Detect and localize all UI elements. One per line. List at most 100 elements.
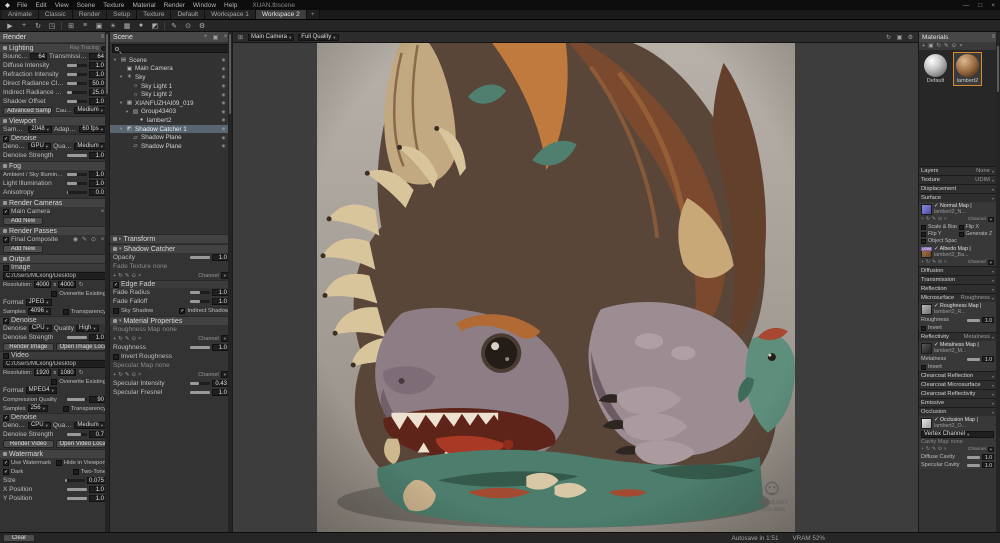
material-swatch-lambert2[interactable]: lambert2 xyxy=(954,53,981,85)
slider-value[interactable]: 1.0 xyxy=(89,98,106,105)
reflectivity-mode[interactable]: Metalness xyxy=(964,334,990,340)
texture-clear-icon[interactable]: × xyxy=(944,447,947,452)
texture-add-icon[interactable]: + xyxy=(921,447,924,452)
render-image-button[interactable]: Render Image xyxy=(3,343,54,351)
texture-search-icon[interactable]: ⊙ xyxy=(938,260,942,265)
roughness-slider[interactable] xyxy=(967,319,980,322)
bounces-field[interactable]: 64 xyxy=(30,53,47,60)
hide-in-viewport-checkbox[interactable] xyxy=(56,460,62,466)
specular-intensity-slider[interactable] xyxy=(190,382,210,385)
fade-radius-slider[interactable] xyxy=(190,291,210,294)
tab-default[interactable]: Default xyxy=(171,10,205,19)
channel-dropdown[interactable] xyxy=(988,447,994,452)
tree-item[interactable]: ▱Shadow Plane◉• xyxy=(110,142,232,151)
texture-add-icon[interactable]: + xyxy=(113,372,116,378)
render-video-button[interactable]: Render Video xyxy=(3,440,54,448)
render-panel-scrollbar[interactable] xyxy=(105,32,109,532)
edge-fade-checkbox[interactable]: ✓ xyxy=(113,282,119,288)
roughness-map-value[interactable]: none xyxy=(162,326,176,333)
roughness-map-thumbnail[interactable] xyxy=(921,304,932,315)
visibility-icon[interactable]: ◉ xyxy=(221,66,225,72)
video-samples-dropdown[interactable]: 256 xyxy=(28,405,48,412)
menu-texture[interactable]: Texture xyxy=(102,2,125,9)
opacity-slider[interactable] xyxy=(190,256,210,259)
visibility-icon[interactable]: ◉ xyxy=(221,83,225,89)
sky-shadow-checkbox[interactable] xyxy=(113,308,119,314)
slider-value[interactable]: 90 xyxy=(89,396,106,403)
watermark-x-slider[interactable] xyxy=(67,488,87,491)
adaptive-dropdown[interactable]: 60 fps xyxy=(79,126,106,133)
section-lighting[interactable]: LightingRay Tracing xyxy=(0,43,109,52)
use-watermark-checkbox[interactable]: ✓ xyxy=(3,460,9,466)
section-fog[interactable]: Fog xyxy=(0,161,109,170)
slider-value[interactable]: 0.7 xyxy=(89,431,106,438)
slider-value[interactable]: 25.0 xyxy=(89,89,106,96)
slider-value[interactable]: 1.0 xyxy=(982,462,994,468)
channel-dropdown[interactable] xyxy=(988,260,994,265)
viewport-layout-icon[interactable]: ⊞ xyxy=(237,34,244,41)
slider-value[interactable]: 0.0 xyxy=(89,189,106,196)
move-tool-icon[interactable]: + xyxy=(19,22,29,29)
texture-edit-icon[interactable]: ✎ xyxy=(125,372,130,378)
search-tool-icon[interactable]: ⊙ xyxy=(183,22,193,30)
tab-classic[interactable]: Classic xyxy=(39,10,73,19)
texture-clear-icon[interactable]: × xyxy=(944,260,947,265)
metalness-map-thumbnail[interactable] xyxy=(921,343,932,354)
viewport-canvas[interactable]: MARMOSET TOOLBAG xyxy=(233,43,918,532)
render-image[interactable]: MARMOSET TOOLBAG xyxy=(317,43,795,532)
section-clearcoat-reflection[interactable]: Clearcoat Reflection xyxy=(919,371,996,380)
slider-value[interactable]: 1.0 xyxy=(212,254,229,261)
rotate-tool-icon[interactable]: ↻ xyxy=(33,22,43,30)
section-material-properties[interactable]: ▾Material Properties xyxy=(110,316,232,325)
expand-caret-icon[interactable]: ▾ xyxy=(118,126,124,132)
swap-resolution-icon[interactable]: ↻ xyxy=(78,281,85,288)
image-denoise-checkbox[interactable]: ✓ xyxy=(3,318,9,324)
menu-scene[interactable]: Scene xyxy=(76,2,96,9)
flip-y-checkbox[interactable] xyxy=(921,232,926,237)
refraction-intensity-slider[interactable] xyxy=(67,73,87,76)
section-texture[interactable]: TextureUDIM xyxy=(919,175,996,184)
new-material-icon[interactable]: + xyxy=(922,43,925,49)
ambient-sky-illumination-slider[interactable] xyxy=(67,173,87,176)
occlusion-map-slot[interactable]: ✓ Occlusion Map |lambert2_O... xyxy=(919,416,996,430)
tree-item[interactable]: ☼Sky Light 1◉• xyxy=(110,82,232,91)
tab-render[interactable]: Render xyxy=(73,10,107,19)
settings-tool-icon[interactable]: ⚙ xyxy=(197,22,207,30)
viewport-expand-icon[interactable]: ▣ xyxy=(896,34,903,41)
menu-material[interactable]: Material xyxy=(131,2,156,9)
add-mesh-icon[interactable]: ▦ xyxy=(122,22,132,30)
scale-tool-icon[interactable]: ◳ xyxy=(47,22,57,30)
texture-edit-icon[interactable]: ✎ xyxy=(932,260,936,265)
height-field[interactable]: 4000 xyxy=(58,281,75,288)
indirect-radiance-clamp-slider[interactable] xyxy=(67,91,87,94)
texture-edit-icon[interactable]: ✎ xyxy=(125,273,130,279)
section-surface[interactable]: Surface xyxy=(919,193,996,202)
diffuse-intensity-slider[interactable] xyxy=(67,64,87,67)
camera-item-label[interactable]: Main Camera xyxy=(11,208,97,215)
video-denoise-quality-dropdown[interactable]: Medium xyxy=(74,422,106,429)
pass-item-label[interactable]: Final Composite xyxy=(11,236,70,243)
section-clearcoat-microsurface[interactable]: Clearcoat Microsurface xyxy=(919,380,996,389)
texture-refresh-icon[interactable]: ↻ xyxy=(926,447,930,452)
tree-item[interactable]: ☼Sky Light 2◉• xyxy=(110,90,232,99)
add-object-icon[interactable]: + xyxy=(202,34,209,40)
image-denoise-strength-slider[interactable] xyxy=(67,336,87,339)
visibility-icon[interactable]: ◉ xyxy=(221,117,225,123)
overwrite-checkbox[interactable] xyxy=(51,291,57,297)
slider-value[interactable]: 1.0 xyxy=(212,389,229,396)
slider-value[interactable]: 0.43 xyxy=(212,380,229,387)
visibility-icon[interactable]: ◉ xyxy=(221,143,225,149)
slider-value[interactable]: 1.0 xyxy=(982,454,994,460)
slider-value[interactable]: 1.0 xyxy=(982,356,994,362)
tree-item[interactable]: ▾☀Sky◉• xyxy=(110,73,232,82)
slider-value[interactable]: 1.0 xyxy=(212,289,229,296)
menu-window[interactable]: Window xyxy=(192,2,217,9)
section-transform[interactable]: ▸Transform xyxy=(110,234,232,243)
vertex-channel-dropdown[interactable]: Vertex Channel xyxy=(921,431,994,438)
collapse-caret-icon[interactable]: ▾ xyxy=(119,318,122,324)
add-workspace-button[interactable]: + xyxy=(307,10,320,19)
tab-animate[interactable]: Animate xyxy=(2,10,39,19)
snap-tool-icon[interactable]: ⊞ xyxy=(66,22,76,30)
texture-clear-icon[interactable]: × xyxy=(138,336,141,342)
image-denoise-device-dropdown[interactable]: CPU xyxy=(29,325,52,332)
